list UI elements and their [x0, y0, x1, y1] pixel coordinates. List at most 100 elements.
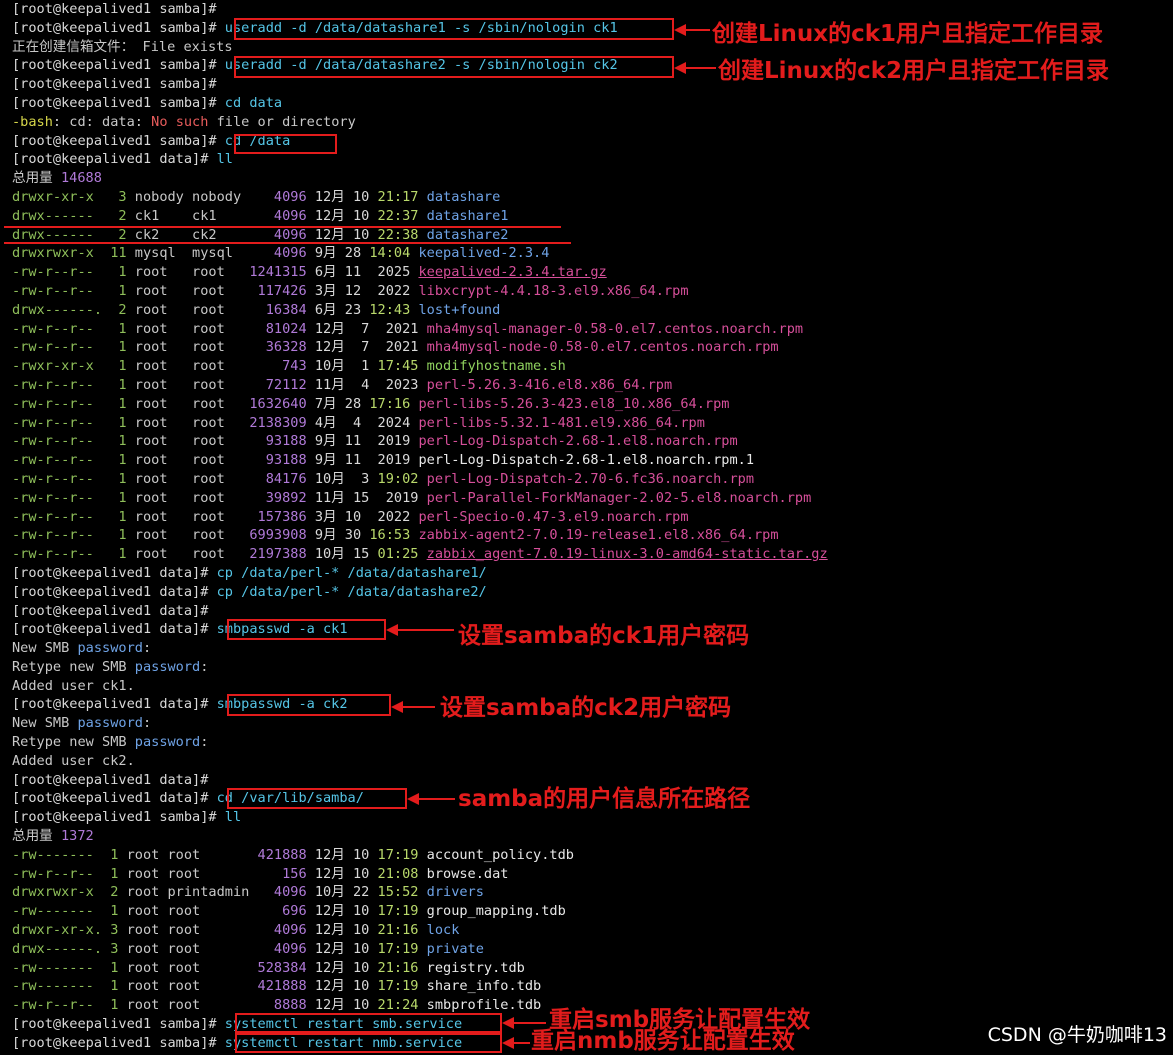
command-text: ll: [216, 151, 233, 168]
output-text: -rw-r--r-- 1: [12, 527, 135, 544]
output-text: 12月 10: [314, 959, 378, 976]
output-text: root printadmin: [126, 884, 274, 901]
output-text: Added user ck1.: [12, 677, 135, 694]
terminal-line: -rw-r--r-- 1 root root 72112 11月 4 2023 …: [12, 376, 1173, 395]
shell-prompt: [root@keepalived1 data]#: [12, 621, 217, 638]
output-text: 17:19: [377, 846, 427, 863]
output-text: Retype new SMB: [12, 734, 135, 751]
terminal-line: -rw-r--r-- 1 root root 6993908 9月 30 16:…: [12, 526, 1173, 545]
output-text: 17:19: [377, 903, 427, 920]
shell-prompt: [root@keepalived1 samba]#: [12, 94, 225, 111]
output-text: root root: [126, 865, 283, 882]
output-text: share_info.tdb: [426, 978, 542, 995]
output-text: 4096: [273, 207, 315, 224]
output-text: zabbix_agent-7.0.19-linux-3.0-amd64-stat…: [426, 546, 828, 563]
output-text: lost+found: [418, 301, 501, 318]
terminal-line: -rw-r--r-- 1 root root 1241315 6月 11 202…: [12, 263, 1173, 282]
terminal-line: drwxr-xr-x. 3 root root 4096 12月 10 21:1…: [12, 921, 1173, 940]
output-text: 21:17: [377, 188, 427, 205]
output-text: datashare2: [426, 226, 509, 243]
command-text: ll: [224, 809, 242, 826]
terminal-line: [root@keepalived1 data]# cp /data/perl-*…: [12, 564, 1173, 583]
output-text: ck2 ck2: [134, 226, 274, 243]
output-text: 9月 11 2019: [314, 433, 419, 450]
output-text: datashare: [426, 188, 501, 205]
output-text: -rw-r--r-- 1: [12, 452, 135, 469]
output-text: keepalived-2.3.4: [418, 245, 550, 262]
output-text: root root: [126, 903, 283, 920]
output-text: root root: [134, 301, 266, 318]
output-text: -rw-r--r-- 1: [12, 865, 127, 882]
output-text: 21:16: [377, 959, 427, 976]
output-text: mysql mysql: [134, 245, 274, 262]
shell-prompt: [root@keepalived1 samba]#: [12, 1034, 225, 1051]
output-text: -rw-r--r-- 1: [12, 282, 135, 299]
highlight-box-cd-data: [234, 134, 337, 154]
output-text: drwxr-xr-x. 3: [12, 922, 127, 939]
output-text: perl-Log-Dispatch-2.68-1.el8.noarch.rpm: [418, 433, 738, 450]
terminal-output[interactable]: [root@keepalived1 samba]# [root@keepaliv…: [0, 0, 1173, 1053]
output-text: -rw-r--r-- 1: [12, 414, 135, 431]
output-text: perl-Log-Dispatch-2.68-1.el8.noarch.rpm.…: [418, 452, 755, 469]
terminal-line: -rw-r--r-- 1 root root 157386 3月 10 2022…: [12, 508, 1173, 527]
terminal-line: -rwxr-xr-x 1 root root 743 10月 1 17:45 m…: [12, 357, 1173, 376]
output-text: 4096: [273, 188, 315, 205]
terminal-line: -rw------- 1 root root 421888 12月 10 17:…: [12, 977, 1173, 996]
output-text: 93188: [265, 452, 315, 469]
output-text: -rw-r--r-- 1: [12, 997, 127, 1014]
arrow-left-icon: [674, 62, 716, 74]
output-text: 528384: [257, 959, 315, 976]
output-text: :: [142, 640, 152, 657]
terminal-line: -rw------- 1 root root 421888 12月 10 17:…: [12, 846, 1173, 865]
output-text: 4096: [273, 922, 315, 939]
output-text: -rw-r--r-- 1: [12, 320, 135, 337]
terminal-line: 总用量 14688: [12, 169, 1173, 188]
output-text: 696: [282, 903, 315, 920]
output-text: 总用量: [12, 828, 61, 845]
command-text: cp /data/perl-* /data/datashare2/: [216, 583, 487, 600]
highlight-box-useradd-ck2: [234, 56, 674, 78]
shell-prompt: [root@keepalived1 samba]#: [12, 57, 225, 74]
output-text: 14688: [60, 170, 102, 187]
highlight-box-smbpasswd-ck1: [227, 619, 386, 640]
shell-prompt: [root@keepalived1 data]#: [12, 771, 217, 788]
output-text: perl-Parallel-ForkManager-2.02-5.el8.noa…: [426, 489, 812, 506]
output-text: 12月 10: [314, 978, 378, 995]
output-text: perl-Log-Dispatch-2.70-6.fc36.noarch.rpm: [426, 470, 755, 487]
output-text: perl-libs-5.26.3-423.el8_10.x86_64.rpm: [418, 395, 730, 412]
output-text: password: [77, 715, 143, 732]
output-text: 743: [282, 358, 315, 375]
output-text: 12月 10: [314, 188, 378, 205]
output-text: 3月 10 2022: [314, 508, 419, 525]
output-text: 17:19: [377, 940, 427, 957]
shell-prompt: [root@keepalived1 data]#: [12, 583, 217, 600]
output-text: 421888: [257, 978, 315, 995]
shell-prompt: [root@keepalived1 samba]#: [12, 132, 225, 149]
terminal-line: Added user ck1.: [12, 677, 1173, 696]
output-text: 4月 4 2024: [314, 414, 419, 431]
shell-prompt: [root@keepalived1 samba]#: [12, 76, 225, 93]
command-text: cp /data/perl-* /data/datashare1/: [216, 564, 487, 581]
output-text: 2197388: [249, 546, 315, 563]
output-text: 4096: [273, 245, 315, 262]
arrow-left-icon: [391, 701, 435, 713]
terminal-line: [root@keepalived1 data]# ll: [12, 150, 1173, 169]
shell-prompt: [root@keepalived1 samba]#: [12, 809, 225, 826]
output-text: 12月 10: [314, 903, 378, 920]
output-text: 总用量: [12, 170, 61, 187]
output-text: nobody nobody: [134, 188, 274, 205]
output-text: 12:43: [369, 301, 419, 318]
output-text: root root: [134, 489, 266, 506]
output-text: lock: [426, 922, 460, 939]
output-text: -bash: [12, 113, 53, 130]
shell-prompt: [root@keepalived1 data]#: [12, 564, 217, 581]
terminal-line: -rw------- 1 root root 696 12月 10 17:19 …: [12, 902, 1173, 921]
arrow-left-icon: [407, 793, 455, 805]
output-text: 15:52: [377, 884, 427, 901]
output-text: ck1 ck1: [134, 207, 274, 224]
output-text: 11月 15 2019: [314, 489, 427, 506]
output-text: New SMB: [12, 715, 78, 732]
output-text: registry.tdb: [426, 959, 525, 976]
output-text: -rw-r--r-- 1: [12, 376, 135, 393]
highlight-box-restart-smb: [235, 1013, 502, 1033]
